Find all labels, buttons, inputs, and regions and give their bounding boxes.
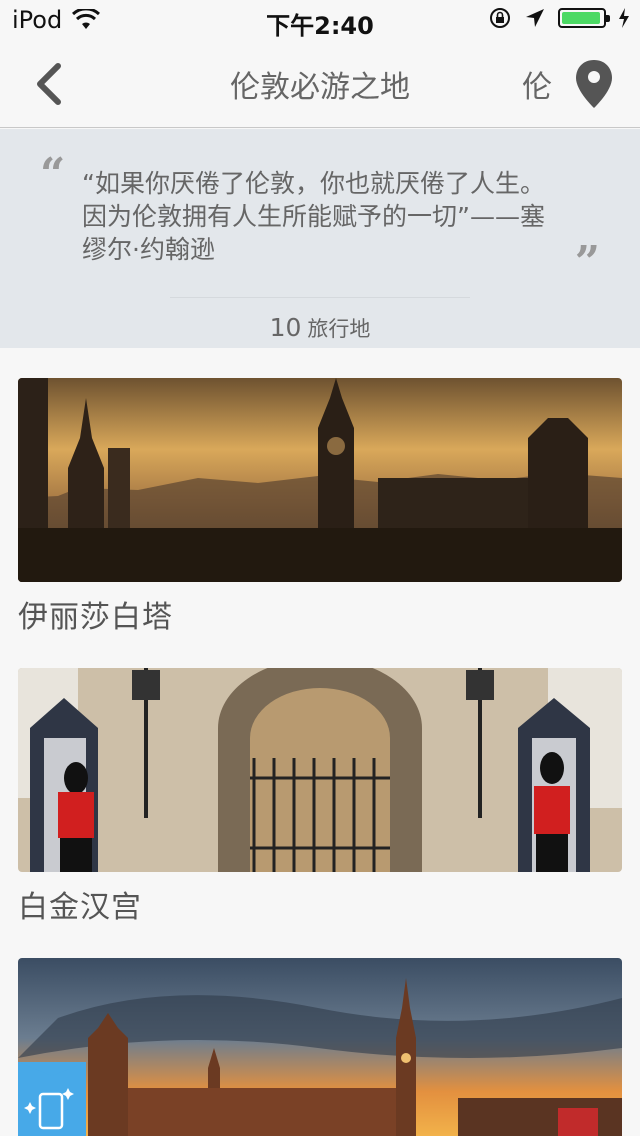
destination-count-unit: 旅行地 (307, 317, 371, 341)
city-switch-button[interactable]: 伦 (522, 62, 552, 106)
rotation-lock-icon (490, 8, 510, 28)
status-right (488, 6, 630, 30)
destination-count-number: 10 (269, 313, 302, 342)
battery-icon (558, 8, 610, 28)
destination-count: 10 旅行地 (0, 313, 640, 343)
phone-sparkle-icon (18, 1062, 86, 1136)
place-card-houses-of-parliament[interactable] (18, 958, 622, 1136)
divider (170, 297, 470, 298)
battery-fill (562, 12, 600, 24)
map-pin-icon[interactable] (574, 58, 614, 110)
open-quote-icon: “ (40, 149, 66, 200)
close-quote-icon: ” (574, 237, 600, 288)
status-bar: iPod 下午2:40 (0, 0, 640, 40)
place-card-buckingham-palace[interactable]: 白金汉宫 (18, 668, 622, 926)
quote-panel: “ “如果你厌倦了伦敦，你也就厌倦了人生。因为伦敦拥有人生所能赋予的一切”——塞… (0, 129, 640, 348)
location-arrow-icon (526, 9, 544, 27)
place-image[interactable] (18, 958, 622, 1136)
place-title: 伊丽莎白塔 (18, 600, 173, 635)
place-title: 白金汉宫 (18, 890, 142, 925)
charging-icon (619, 8, 629, 28)
promo-badge-button[interactable] (18, 1062, 86, 1136)
place-image[interactable] (18, 668, 622, 872)
place-image[interactable] (18, 378, 622, 582)
place-card-elizabeth-tower[interactable]: 伊丽莎白塔 (18, 378, 622, 636)
navigation-bar: 伦敦必游之地 伦 (0, 40, 640, 128)
quote-text: “如果你厌倦了伦敦，你也就厌倦了人生。因为伦敦拥有人生所能赋予的一切”——塞缪尔… (82, 169, 545, 264)
